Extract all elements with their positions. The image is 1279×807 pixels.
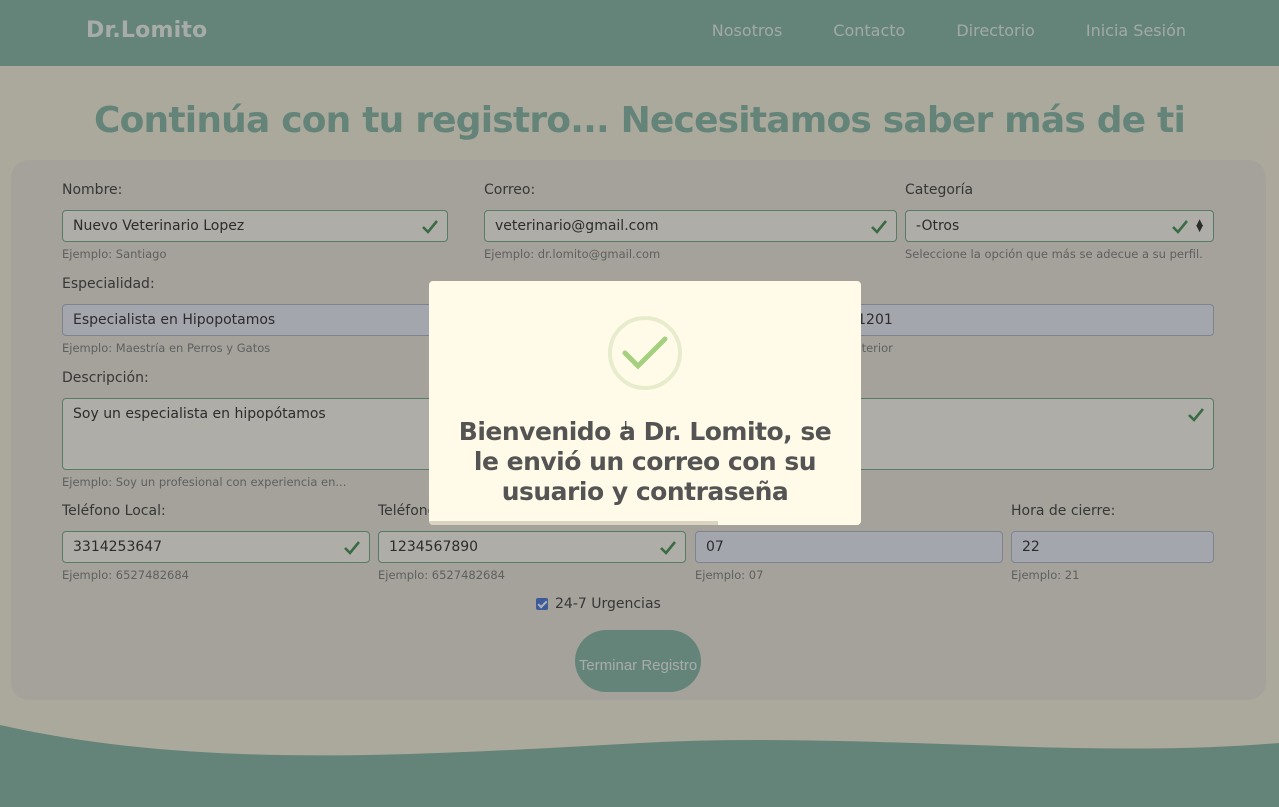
success-check-icon (608, 316, 682, 390)
success-message: Bienvenido a Dr. Lomito, se le envió un … (458, 417, 832, 506)
timer-progress-bar (429, 521, 861, 525)
text-cursor-icon: I (624, 419, 628, 433)
timer-progress-fill (429, 521, 719, 525)
success-dialog: Bienvenido a Dr. Lomito, se le envió un … (429, 281, 861, 525)
